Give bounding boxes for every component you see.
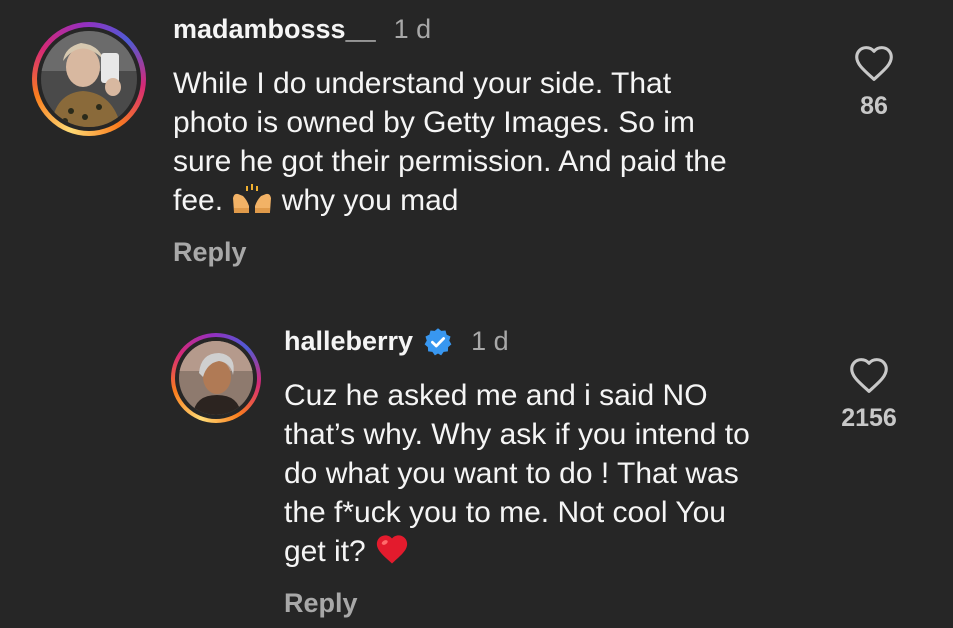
like-area: 86 <box>840 44 908 121</box>
avatar-madambosss[interactable] <box>32 22 146 136</box>
verified-badge-icon <box>424 327 452 355</box>
username[interactable]: halleberry <box>284 326 413 357</box>
comment-text: Cuz he asked me and i said NO that’s why… <box>284 376 824 571</box>
like-count: 86 <box>860 92 888 120</box>
like-area: 2156 <box>834 356 904 433</box>
avatar-halleberry[interactable] <box>171 333 261 423</box>
comment-text: While I do understand your side. That ph… <box>173 64 813 220</box>
red-heart-emoji <box>376 535 408 564</box>
like-count: 2156 <box>841 404 897 432</box>
reply-button[interactable]: Reply <box>284 588 358 619</box>
timestamp: 1 d <box>471 326 509 356</box>
comment-text-body: Cuz he asked me and i said NO that’s why… <box>284 379 750 568</box>
comment-header: madambosss__ 1 d <box>173 14 431 45</box>
user-photo <box>179 341 253 415</box>
heart-icon[interactable] <box>848 356 890 394</box>
comment-header: halleberry 1 d <box>284 326 509 357</box>
comment-text-tail: why you mad <box>273 184 459 217</box>
reply-button[interactable]: Reply <box>173 237 247 268</box>
username[interactable]: madambosss__ <box>173 14 376 45</box>
user-photo <box>41 31 137 127</box>
heart-icon[interactable] <box>853 44 895 82</box>
raising-hands-emoji <box>233 184 272 213</box>
timestamp: 1 d <box>393 14 432 44</box>
